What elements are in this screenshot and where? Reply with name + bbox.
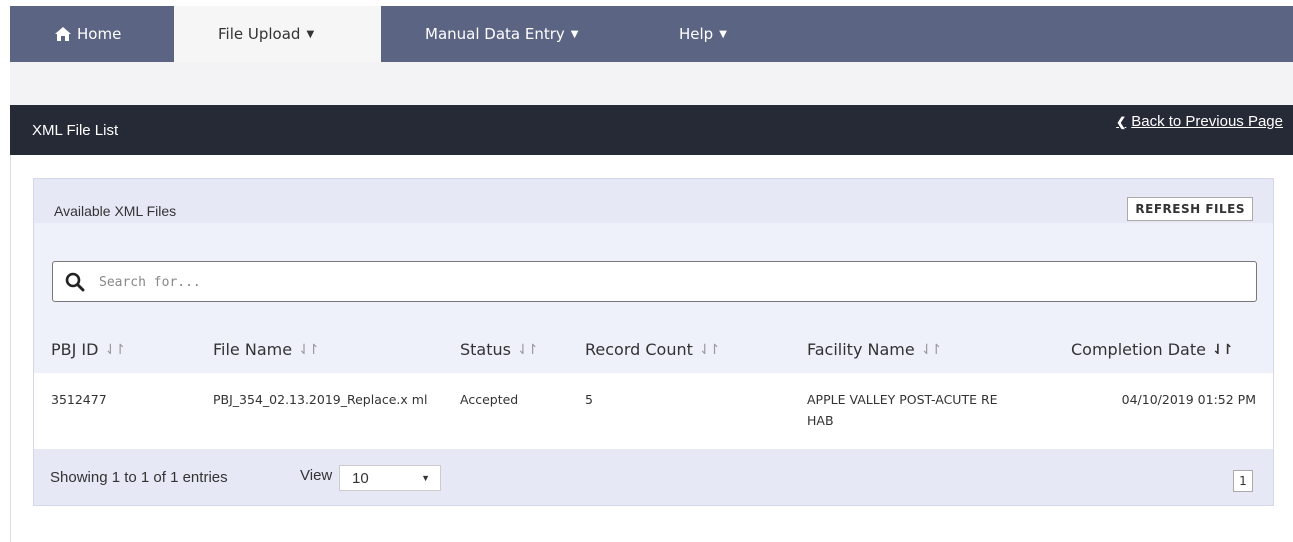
- panel-title: Available XML Files: [54, 203, 177, 219]
- column-header-file-name[interactable]: File Name ⇃↾: [213, 340, 320, 359]
- page-size-value: 10: [352, 469, 369, 487]
- column-header-status[interactable]: Status ⇃↾: [460, 340, 539, 359]
- table-footer: Showing 1 to 1 of 1 entries View 10 ▼ 1: [34, 449, 1273, 505]
- pagination-page-button[interactable]: 1: [1233, 470, 1253, 492]
- back-link[interactable]: ❮ Back to Previous Page: [1116, 113, 1283, 130]
- nav-help[interactable]: Help ▼: [635, 6, 751, 62]
- entries-info: Showing 1 to 1 of 1 entries: [50, 469, 228, 486]
- cell-record-count: 5: [585, 392, 593, 407]
- caret-down-icon: ▼: [306, 28, 315, 40]
- column-header-label: Facility Name: [807, 340, 915, 359]
- sort-icon: ⇃↾: [298, 341, 320, 358]
- sort-icon: ⇃↾: [698, 341, 721, 358]
- sub-bar: [10, 62, 1293, 105]
- column-header-label: Completion Date: [1071, 340, 1206, 359]
- xml-files-panel: Available XML Files REFRESH FILES PBJ ID…: [33, 178, 1274, 506]
- refresh-files-button[interactable]: REFRESH FILES: [1127, 197, 1253, 221]
- caret-down-icon: ▼: [719, 28, 727, 40]
- cell-file-name: PBJ_354_02.13.2019_Replace.x ml: [213, 392, 428, 407]
- column-header-completion-date[interactable]: Completion Date ⇃↾: [1071, 340, 1234, 359]
- column-header-facility-name[interactable]: Facility Name ⇃↾: [807, 340, 943, 359]
- cell-pbj-id: 3512477: [51, 392, 107, 407]
- divider: [10, 155, 11, 542]
- nav-file-upload[interactable]: File Upload ▼: [174, 6, 381, 62]
- view-label: View: [300, 467, 333, 484]
- nav-help-label: Help: [679, 25, 714, 43]
- cell-facility-name: APPLE VALLEY POST-ACUTE RE HAB: [807, 392, 998, 428]
- cell-status: Accepted: [460, 392, 519, 407]
- table-row[interactable]: 3512477 PBJ_354_02.13.2019_Replace.x ml …: [34, 373, 1273, 449]
- sort-icon: ⇃↾: [104, 341, 126, 358]
- page-title: XML File List: [32, 122, 119, 139]
- page-header: XML File List ❮ Back to Previous Page: [10, 105, 1293, 155]
- chevron-left-icon: ❮: [1116, 114, 1127, 129]
- column-header-label: PBJ ID: [51, 340, 99, 359]
- page-size-select[interactable]: 10 ▼: [339, 465, 441, 491]
- column-header-pbj-id[interactable]: PBJ ID ⇃↾: [51, 340, 126, 359]
- nav-home-label: Home: [77, 25, 122, 43]
- sort-icon: ⇃↾: [920, 341, 943, 358]
- column-header-label: Record Count: [585, 340, 693, 359]
- nav-manual-data-entry[interactable]: Manual Data Entry ▼: [381, 6, 635, 62]
- nav-manual-data-entry-label: Manual Data Entry: [425, 25, 565, 43]
- cell-completion-date: 04/10/2019 01:52 PM: [1121, 392, 1256, 407]
- column-header-label: Status: [460, 340, 511, 359]
- sort-icon: ⇃↾: [516, 341, 539, 358]
- column-header-label: File Name: [213, 340, 293, 359]
- search-box: [52, 261, 1257, 302]
- search-icon: [65, 272, 85, 292]
- home-icon: [55, 27, 71, 41]
- nav-file-upload-label: File Upload: [218, 25, 301, 43]
- column-header-record-count[interactable]: Record Count ⇃↾: [585, 340, 721, 359]
- search-input[interactable]: [99, 270, 1239, 294]
- nav-home[interactable]: Home: [10, 6, 174, 62]
- top-nav: Home File Upload ▼ Manual Data Entry ▼ H…: [10, 6, 1293, 62]
- dropdown-arrow-icon: ▼: [421, 473, 430, 483]
- back-link-label: Back to Previous Page: [1131, 113, 1283, 130]
- caret-down-icon: ▼: [570, 28, 579, 40]
- sort-descending-icon: ⇃↾: [1211, 341, 1234, 358]
